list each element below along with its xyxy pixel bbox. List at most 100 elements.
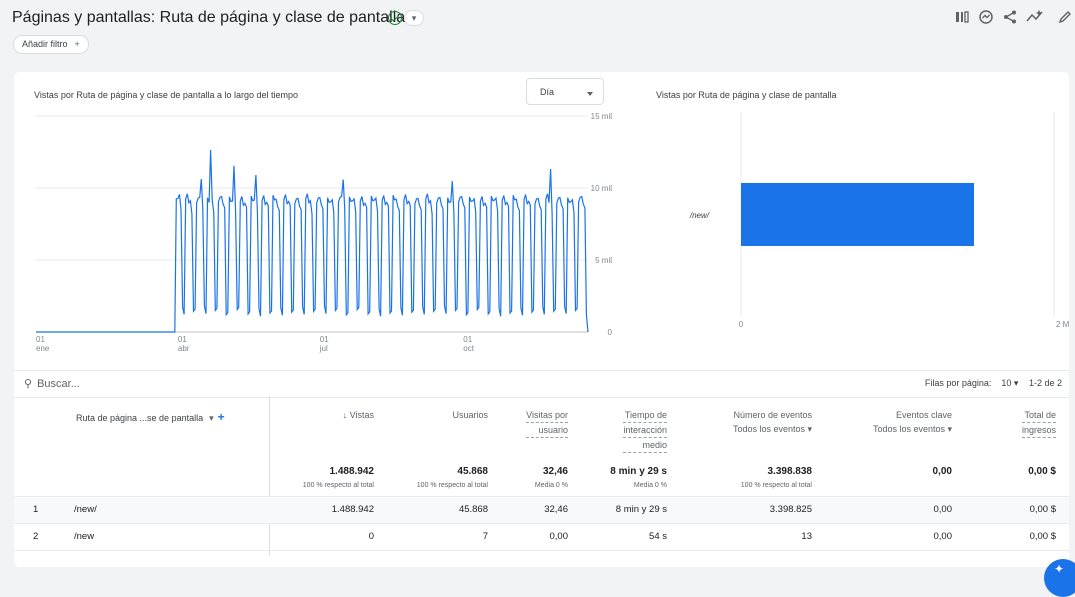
x-tick-month: jul [319,344,328,353]
column-header[interactable]: Visitas por usuario [526,408,568,438]
row-index: 2 [33,531,39,542]
table-cell: 0,00 [933,531,953,542]
table-cell: 32,46 [544,504,568,515]
column-header[interactable]: Eventos clave Todos los eventos ▾ [873,408,952,436]
column-header[interactable]: Tiempo de interacción medio [623,408,667,453]
x-tick-day: 01 [178,335,187,344]
edit-icon[interactable] [1058,9,1072,25]
column-header-label: Tiempo de [623,408,667,423]
column-header-label: medio [623,438,667,453]
total-subtext: 100 % respecto al total [302,482,374,489]
search-icon: ⚲ [24,378,33,390]
table-cell: 0,00 $ [1029,504,1056,515]
total-subtext: Media 0 % [534,482,568,489]
table-cell: 0,00 $ [1029,531,1056,542]
table-toolbar: ⚲ Buscar... Filas por página: 10 ▾ 1-2 de … [14,370,1069,398]
table-cell: 13 [801,531,812,542]
column-header[interactable]: Número de eventos Todos los eventos ▾ [733,408,812,436]
table-cell: 45.868 [458,504,488,515]
page-title: Páginas y pantallas: Ruta de página y cl… [12,9,406,26]
table-cell: 1.488.942 [331,504,374,515]
x-tick-month: oct [463,344,474,353]
x-tick-label: 0 [739,320,744,329]
column-header-label: Visitas por [526,408,568,423]
line-series [36,149,589,333]
total-value: 3.398.838 [767,466,813,477]
column-header[interactable]: ↓ Vistas [343,408,374,422]
search-input[interactable]: Buscar... [37,378,80,390]
column-divider [269,396,270,556]
column-header-label: ↓ Vistas [342,410,374,420]
share-icon[interactable] [1002,9,1018,25]
chevron-down-icon: ▾ [1013,378,1019,388]
column-header-label: Todos los eventos ▾ [872,424,952,434]
total-subtext: 100 % respecto al total [740,482,812,489]
add-filter-button[interactable]: Añadir filtro + [13,35,89,54]
total-value: 32,46 [542,466,568,477]
y-tick-label: 15 mil [591,112,613,121]
bar [741,183,975,246]
table-cell: 0,00 [549,531,569,542]
add-filter-label: Añadir filtro [22,39,68,49]
row-highlight [14,496,1069,523]
total-value: 0,00 [932,466,952,477]
x-tick-label: 2 M [1056,320,1069,329]
table-cell: 0,00 [933,504,953,515]
table-cell: 3.398.825 [769,504,812,515]
x-tick-day: 01 [320,335,329,344]
y-tick-label: 5 mil [595,256,612,265]
column-header-label: interacción [623,423,667,438]
bar-chart: 0 2 M/new/ [689,112,1069,329]
search-box[interactable]: ⚲ Buscar... [24,377,80,390]
total-subtext: Media 0 % [633,482,667,489]
total-subtext: 100 % respecto al total [416,482,488,489]
rows-per-page-value: 10 [1001,378,1012,388]
trend-icon[interactable] [1026,9,1044,25]
column-header-label: Total de [1021,408,1056,423]
column-header-label: Todos los eventos ▾ [732,424,812,434]
y-tick-label: 10 mil [591,184,613,193]
page-range: 1-2 de 2 [1028,378,1062,388]
compare-icon[interactable] [954,9,970,25]
dimension-label: Ruta de página ...se de pantalla [76,413,204,423]
x-tick-month: ene [36,344,50,353]
column-header-label: ingresos [1021,423,1056,438]
assistant-fab-button[interactable]: ✦ [1044,559,1075,597]
report-card: Vistas por Ruta de página y clase de pan… [14,72,1069,567]
rows-per-page-select[interactable]: 10 ▾ [1001,378,1018,388]
column-header-label: Número de eventos [733,410,812,420]
plus-icon: + [74,39,80,49]
column-header[interactable]: Usuarios [452,408,488,422]
column-header-label: usuario [526,423,568,438]
divider [14,523,1069,524]
row-path-link[interactable]: /new [74,531,94,542]
report-header: Páginas y pantallas: Ruta de página y cl… [0,0,1075,72]
total-value: 45.868 [457,466,488,477]
row-index: 1 [33,504,39,515]
line-chart: 15 mil10 mil5 mil001ene01abr01jul01oct [36,112,613,353]
total-value: 1.488.942 [329,466,375,477]
pagination: Filas por página: 10 ▾ 1-2 de 2 [925,378,1062,389]
x-tick-day: 01 [463,335,472,344]
column-header-label: Usuarios [452,410,488,420]
insights-icon[interactable] [978,9,994,25]
table-cell: 0 [368,531,374,542]
total-value: 8 min y 29 s [610,466,667,477]
verified-check-icon [388,11,402,25]
title-dropdown-button[interactable]: ▾ [404,10,424,26]
chevron-down-icon: ▾ [209,413,214,423]
x-tick-day: 01 [36,335,45,344]
column-header-label: Eventos clave [895,410,952,420]
total-value: 0,00 $ [1028,466,1056,477]
table-cell: 8 min y 29 s [615,504,667,515]
divider [14,496,1069,497]
y-tick-label: 0 [608,328,613,337]
column-header[interactable]: Total de ingresos [1021,408,1056,438]
divider [14,550,1069,551]
category-label: /new/ [689,211,710,220]
row-path-link[interactable]: /new/ [74,504,97,515]
table-cell: 54 s [649,531,667,542]
add-dimension-icon[interactable]: + [218,410,225,424]
table-cell: 7 [482,531,488,542]
dimension-header[interactable]: Ruta de página ...se de pantalla ▾ + [76,410,225,424]
